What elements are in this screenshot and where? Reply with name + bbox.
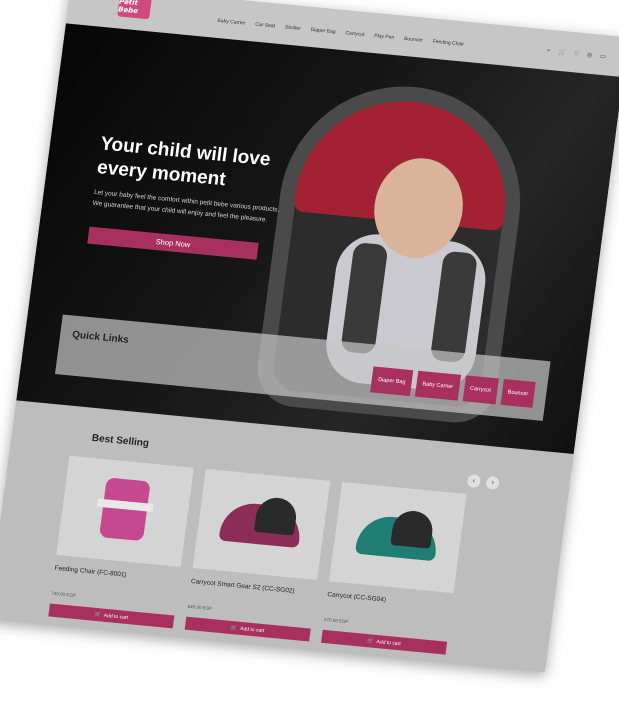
carousel-arrows: ‹ › (466, 474, 501, 490)
shop-now-button[interactable]: Shop Now (87, 226, 259, 260)
product-image[interactable] (56, 455, 194, 567)
product-page: Petit Bebe Baby Carrier Car Seat Strolle… (0, 0, 619, 673)
add-to-cart-button[interactable]: 🛒 Add to cart (321, 629, 448, 655)
quick-links-buttons: Diaper Bag Baby Carrier Carrycot Bouncer (370, 366, 536, 408)
add-to-cart-button[interactable]: 🛒 Add to cart (184, 616, 311, 642)
carrycot-hood (253, 496, 299, 536)
chevron-left-icon[interactable]: ‹ (466, 474, 482, 489)
cart-icon: 🛒 (94, 611, 102, 618)
add-to-cart-label: Add to cart (103, 612, 129, 621)
best-selling-title: Best Selling (91, 432, 150, 450)
add-to-cart-label: Add to cart (376, 638, 402, 647)
hero-title: Your child will love every moment (95, 133, 272, 191)
product-image[interactable] (329, 481, 467, 594)
product-card[interactable]: Carrycot Smart Gear S2 (CC-SG02) 845.00 … (184, 468, 331, 642)
product-card[interactable]: Carrycot (CC-SG04) 570.00 EGP 🛒 Add to c… (321, 481, 467, 655)
nav-stroller[interactable]: Stroller (284, 24, 301, 31)
header-tools: ⌕ 🛒 ♡ ◎ ▭ (546, 48, 607, 61)
carrycot-hood (390, 509, 435, 549)
product-card[interactable]: Feeding Chair (FC-8001) 740.00 EGP 🛒 Add… (48, 455, 194, 629)
flag-icon[interactable]: ▭ (600, 53, 607, 60)
user-icon[interactable]: ◎ (586, 52, 592, 58)
cart-icon: 🛒 (367, 637, 375, 645)
search-icon[interactable]: ⌕ (546, 48, 551, 55)
nav-baby-carrier[interactable]: Baby Carrier (217, 18, 246, 27)
cart-icon[interactable]: 🛒 (558, 49, 566, 57)
add-to-cart-button[interactable]: 🛒 Add to cart (48, 603, 175, 629)
nav-play-pen[interactable]: Play Pen (374, 33, 395, 41)
nav-bouncer[interactable]: Bouncer (404, 36, 423, 44)
brand-logo[interactable]: Petit Bebe (117, 0, 152, 20)
product-image[interactable] (192, 468, 331, 581)
nav-car-seat[interactable]: Car Seat (255, 22, 275, 30)
quick-link-baby-carrier[interactable]: Baby Carrier (414, 370, 461, 401)
hero-banner: Your child will love every moment Let yo… (16, 23, 619, 455)
add-to-cart-label: Add to cart (239, 625, 265, 634)
product-carousel: Feeding Chair (FC-8001) 740.00 EGP 🛒 Add… (48, 455, 467, 655)
nav-carrycot[interactable]: Carrycot (345, 30, 365, 38)
chevron-right-icon[interactable]: › (485, 475, 501, 490)
quick-link-carrycot[interactable]: Carrycot (462, 375, 499, 405)
quick-links-title: Quick Links (71, 329, 130, 346)
quick-link-diaper-bag[interactable]: Diaper Bag (370, 366, 414, 397)
cart-icon: 🛒 (230, 624, 238, 632)
nav-diaper-bag[interactable]: Diaper Bag (310, 27, 336, 35)
heart-icon[interactable]: ♡ (573, 50, 579, 57)
quick-link-bouncer[interactable]: Bouncer (500, 378, 536, 408)
nav-feeding-chair[interactable]: Feeding Chair (432, 39, 464, 48)
